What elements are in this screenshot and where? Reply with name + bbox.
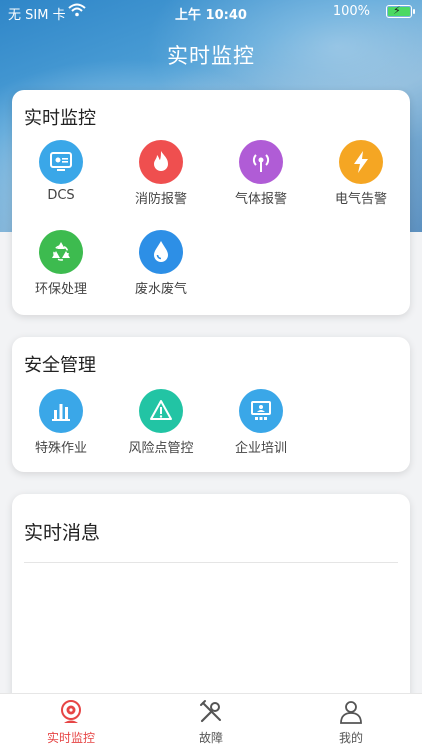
page-title: 实时监控 xyxy=(167,44,255,68)
tools-icon xyxy=(161,698,261,726)
special-work-button[interactable]: 特殊作业 xyxy=(11,389,111,456)
water-drop-icon xyxy=(139,230,183,274)
divider xyxy=(24,562,398,563)
tab-fault[interactable]: 故障 xyxy=(161,698,261,746)
recycle-icon xyxy=(39,230,83,274)
lightning-icon xyxy=(339,140,383,184)
electric-alarm-button[interactable]: 电气告警 xyxy=(311,140,411,207)
battery-icon: ⚡ xyxy=(386,4,415,18)
training-icon xyxy=(239,389,283,433)
tab-label: 我的 xyxy=(338,731,363,745)
item-label: 消防报警 xyxy=(134,192,187,207)
section-title: 实时消息 xyxy=(24,522,101,544)
tab-bar: 实时监控 故障 我的 xyxy=(0,693,422,750)
dcs-button[interactable]: DCS xyxy=(11,140,111,203)
item-label: 气体报警 xyxy=(234,192,287,207)
monitor-icon xyxy=(39,140,83,184)
training-button[interactable]: 企业培训 xyxy=(211,389,311,456)
wastewater-button[interactable]: 废水废气 xyxy=(111,230,211,297)
section-title: 实时监控 xyxy=(24,108,96,129)
item-label: 废水废气 xyxy=(134,282,187,297)
item-label: 特殊作业 xyxy=(34,441,87,456)
section-title: 安全管理 xyxy=(24,355,96,376)
user-icon xyxy=(301,698,401,726)
fire-alarm-button[interactable]: 消防报警 xyxy=(111,140,211,207)
warning-icon xyxy=(139,389,183,433)
item-label: 企业培训 xyxy=(234,441,287,456)
tab-monitor[interactable]: 实时监控 xyxy=(21,698,121,746)
tab-label: 实时监控 xyxy=(46,731,95,745)
gas-alarm-button[interactable]: 气体报警 xyxy=(211,140,311,207)
battery-percent: 100% xyxy=(332,4,370,19)
item-label: 环保处理 xyxy=(34,282,87,297)
camera-icon xyxy=(21,698,121,726)
item-label: DCS xyxy=(47,188,75,203)
safety-card: 安全管理 特殊作业 风险点管控 企业培训 xyxy=(12,337,410,472)
eco-treatment-button[interactable]: 环保处理 xyxy=(11,230,111,297)
item-label: 风险点管控 xyxy=(128,441,194,456)
bar-chart-icon xyxy=(39,389,83,433)
messages-card: 实时消息 xyxy=(12,494,410,724)
status-bar: 无 SIM 卡 上午 10:40 100% ⚡ xyxy=(0,0,422,24)
gas-sensor-icon xyxy=(239,140,283,184)
item-label: 电气告警 xyxy=(334,192,387,207)
risk-control-button[interactable]: 风险点管控 xyxy=(111,389,211,456)
monitor-card: 实时监控 DCS 消防报警 气体报警 电气告警 环保处理 废水废气 xyxy=(12,90,410,315)
tab-label: 故障 xyxy=(198,731,223,745)
fire-icon xyxy=(139,140,183,184)
tab-profile[interactable]: 我的 xyxy=(301,698,401,746)
